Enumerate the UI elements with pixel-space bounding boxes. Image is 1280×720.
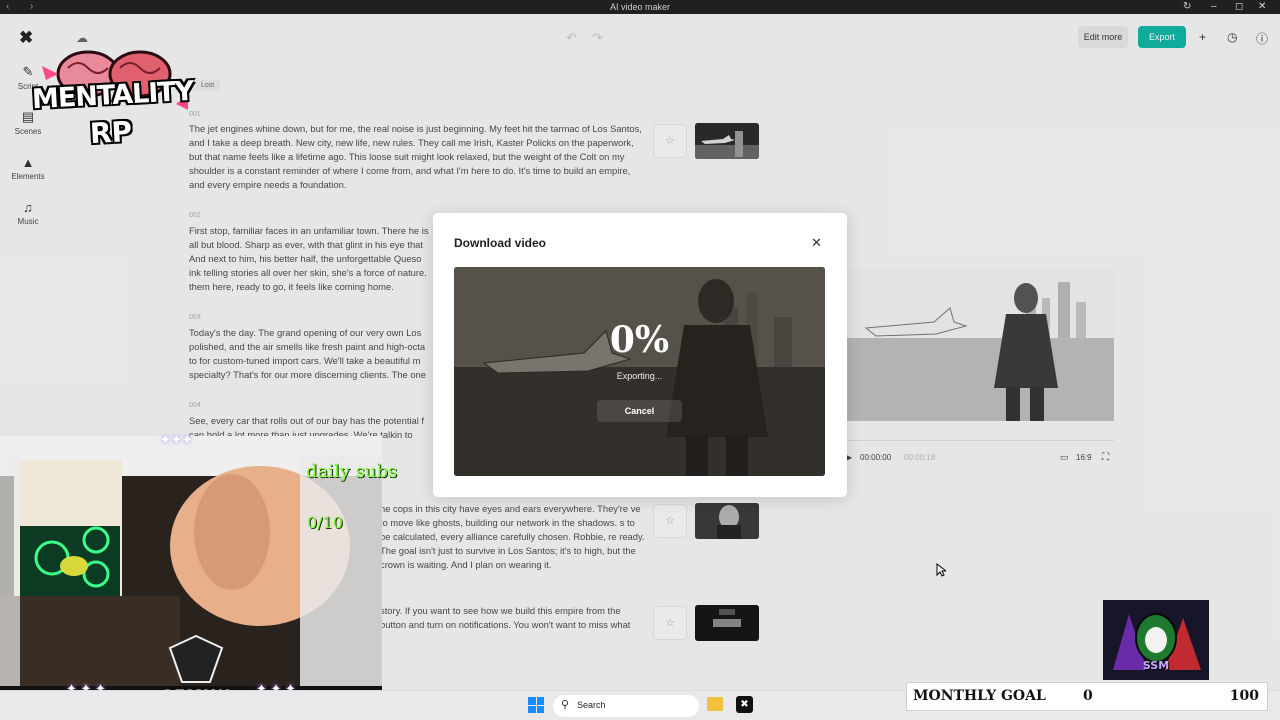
- dialog-title: Download video: [454, 236, 547, 250]
- close-window-icon[interactable]: ✕: [1258, 1, 1266, 12]
- brand-subtitle: RP: [89, 114, 133, 151]
- goal-current: 0: [1083, 688, 1093, 704]
- sparkle-icon: ✦✦✦: [160, 432, 193, 447]
- daily-subs-label: daily subs: [306, 461, 398, 482]
- download-video-dialog: Download video ✕ 0% Exporting... Cancel: [433, 213, 847, 497]
- taskbar-search[interactable]: ⚲ Search: [553, 695, 699, 717]
- capcut-taskbar-icon[interactable]: ✖: [736, 696, 753, 713]
- cancel-button[interactable]: Cancel: [597, 400, 682, 422]
- mentality-rp-logo: MENTALITY RP: [28, 44, 198, 166]
- taskbar-search-label: Search: [577, 700, 606, 710]
- refresh-icon[interactable]: ↻: [1183, 1, 1191, 12]
- daily-subs-count: 0/10: [307, 513, 343, 532]
- export-percent: 0%: [609, 319, 670, 361]
- maximize-icon[interactable]: ◻: [1235, 1, 1243, 12]
- window-titlebar: ‹ › AI video maker ↻ – ◻ ✕: [0, 0, 1280, 14]
- export-preview: 0% Exporting... Cancel: [454, 267, 825, 476]
- monthly-goal-bar: MONTHLY GOAL 0 100: [906, 682, 1268, 711]
- windows-start-icon[interactable]: [528, 697, 544, 713]
- export-status: Exporting...: [616, 371, 663, 381]
- close-icon[interactable]: ✕: [811, 235, 822, 251]
- goal-target: 100: [1229, 688, 1259, 704]
- minimize-icon[interactable]: –: [1211, 1, 1217, 12]
- search-icon: ⚲: [561, 699, 570, 711]
- goal-label: MONTHLY GOAL: [913, 688, 1046, 704]
- window-title: AI video maker: [609, 2, 671, 12]
- ssm-label: SSM: [1142, 659, 1170, 672]
- mouse-cursor-icon: [936, 563, 946, 577]
- ssm-logo: SSM: [1103, 600, 1209, 680]
- file-explorer-icon[interactable]: [707, 697, 723, 711]
